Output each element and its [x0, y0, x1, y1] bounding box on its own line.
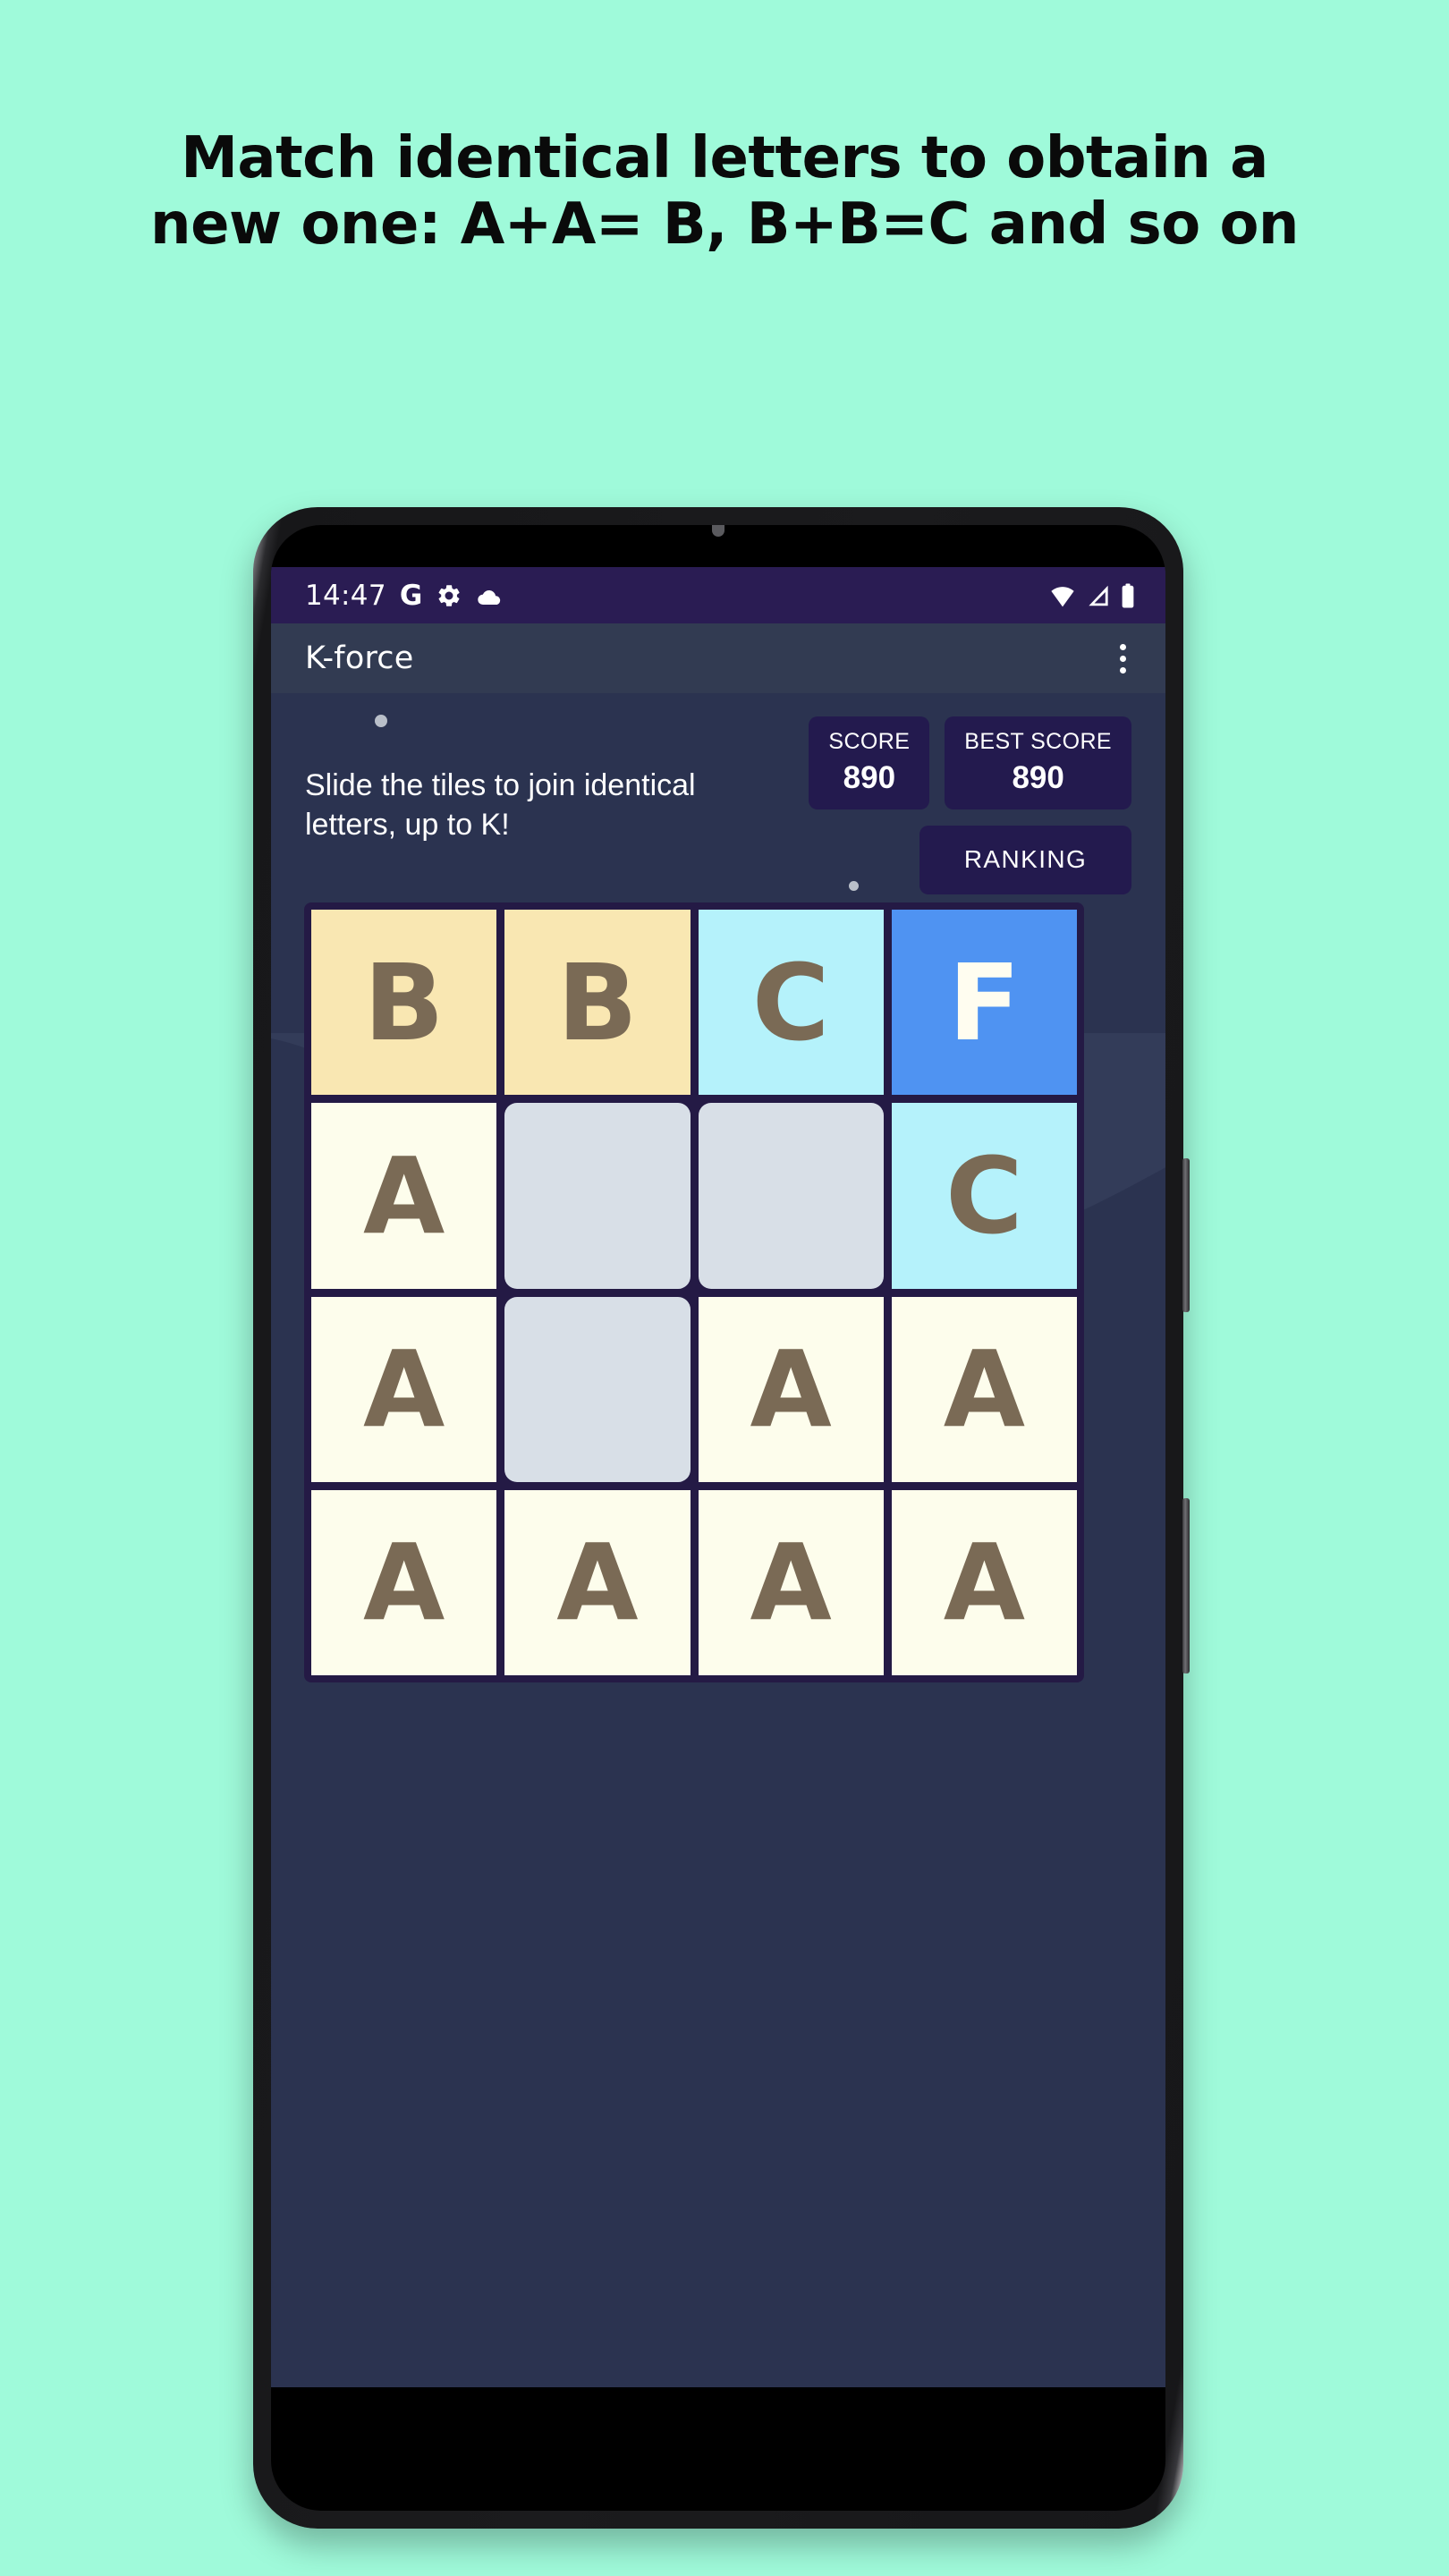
status-bar-left: 14:47 G: [305, 580, 503, 612]
score-value: 890: [843, 760, 896, 795]
grid-tile-letter[interactable]: A: [698, 1296, 884, 1482]
kebab-menu-icon[interactable]: [1113, 639, 1133, 679]
cellular-signal-icon: [1086, 584, 1111, 607]
grid-tile-letter[interactable]: A: [311, 1489, 497, 1675]
kebab-dot: [1120, 666, 1126, 674]
instructions-text: Slide the tiles to join identical letter…: [305, 768, 696, 842]
best-score-box: BEST SCORE 890: [945, 716, 1131, 809]
volume-button[interactable]: [1182, 1158, 1190, 1312]
wifi-icon: [1049, 584, 1076, 607]
grid-tile-letter[interactable]: A: [891, 1296, 1077, 1482]
grid-tile-letter[interactable]: A: [698, 1489, 884, 1675]
grid-tile-empty[interactable]: [698, 1103, 884, 1289]
grid-tile-letter[interactable]: A: [311, 1103, 497, 1289]
game-grid[interactable]: BBCFACAAAAAAA: [304, 902, 1084, 1682]
kebab-dot: [1120, 643, 1126, 650]
kebab-dot: [1120, 655, 1126, 662]
score-label: SCORE: [828, 729, 911, 754]
promo-heading-line-2: new one: A+A= B, B+B=C and so on: [150, 191, 1299, 258]
grid-tile-letter[interactable]: A: [891, 1489, 1077, 1675]
ranking-button[interactable]: RANKING: [919, 826, 1131, 894]
instructions-column: Slide the tiles to join identical letter…: [305, 709, 770, 844]
grid-tile-letter[interactable]: B: [311, 910, 497, 1096]
grid-tile-letter[interactable]: B: [504, 910, 691, 1096]
promo-heading-line-1: Match identical letters to obtain a: [181, 125, 1268, 191]
best-score-value: 890: [1012, 760, 1064, 795]
battery-icon: [1121, 583, 1135, 608]
power-button[interactable]: [1182, 1498, 1190, 1674]
decorative-dot-icon: [849, 881, 859, 891]
phone-device-frame: 14:47 G K-force Slide the tiles to join …: [253, 507, 1190, 2529]
promo-heading: Match identical letters to obtain a new …: [0, 125, 1449, 258]
status-bar-right: [1049, 583, 1135, 608]
grid-tile-letter[interactable]: C: [891, 1103, 1077, 1289]
header-row: Slide the tiles to join identical letter…: [271, 693, 1165, 894]
game-body: Slide the tiles to join identical letter…: [271, 693, 1165, 2387]
score-row: SCORE 890 BEST SCORE 890: [809, 716, 1131, 809]
app-screen: 14:47 G K-force Slide the tiles to join …: [271, 567, 1165, 2387]
google-icon: G: [399, 579, 423, 612]
promo-screenshot: Match identical letters to obtain a new …: [0, 0, 1449, 2576]
grid-tile-letter[interactable]: A: [311, 1296, 497, 1482]
best-score-label: BEST SCORE: [964, 729, 1112, 754]
grid-tile-letter[interactable]: C: [698, 910, 884, 1096]
cloud-icon: [476, 585, 503, 606]
app-bar: K-force: [271, 623, 1165, 693]
earpiece-speaker-icon: [712, 525, 724, 537]
gear-icon: [436, 582, 462, 609]
score-box: SCORE 890: [809, 716, 930, 809]
score-column: SCORE 890 BEST SCORE 890 RANKING: [792, 709, 1131, 894]
phone-screen-bezel: 14:47 G K-force Slide the tiles to join …: [271, 525, 1165, 2511]
app-title: K-force: [305, 640, 414, 676]
status-bar: 14:47 G: [271, 567, 1165, 623]
grid-tile-empty[interactable]: [504, 1296, 691, 1482]
grid-tile-letter[interactable]: A: [504, 1489, 691, 1675]
grid-tile-letter[interactable]: F: [891, 910, 1077, 1096]
decorative-dot-icon: [375, 715, 387, 727]
status-bar-clock: 14:47: [305, 579, 386, 612]
grid-tile-empty[interactable]: [504, 1103, 691, 1289]
